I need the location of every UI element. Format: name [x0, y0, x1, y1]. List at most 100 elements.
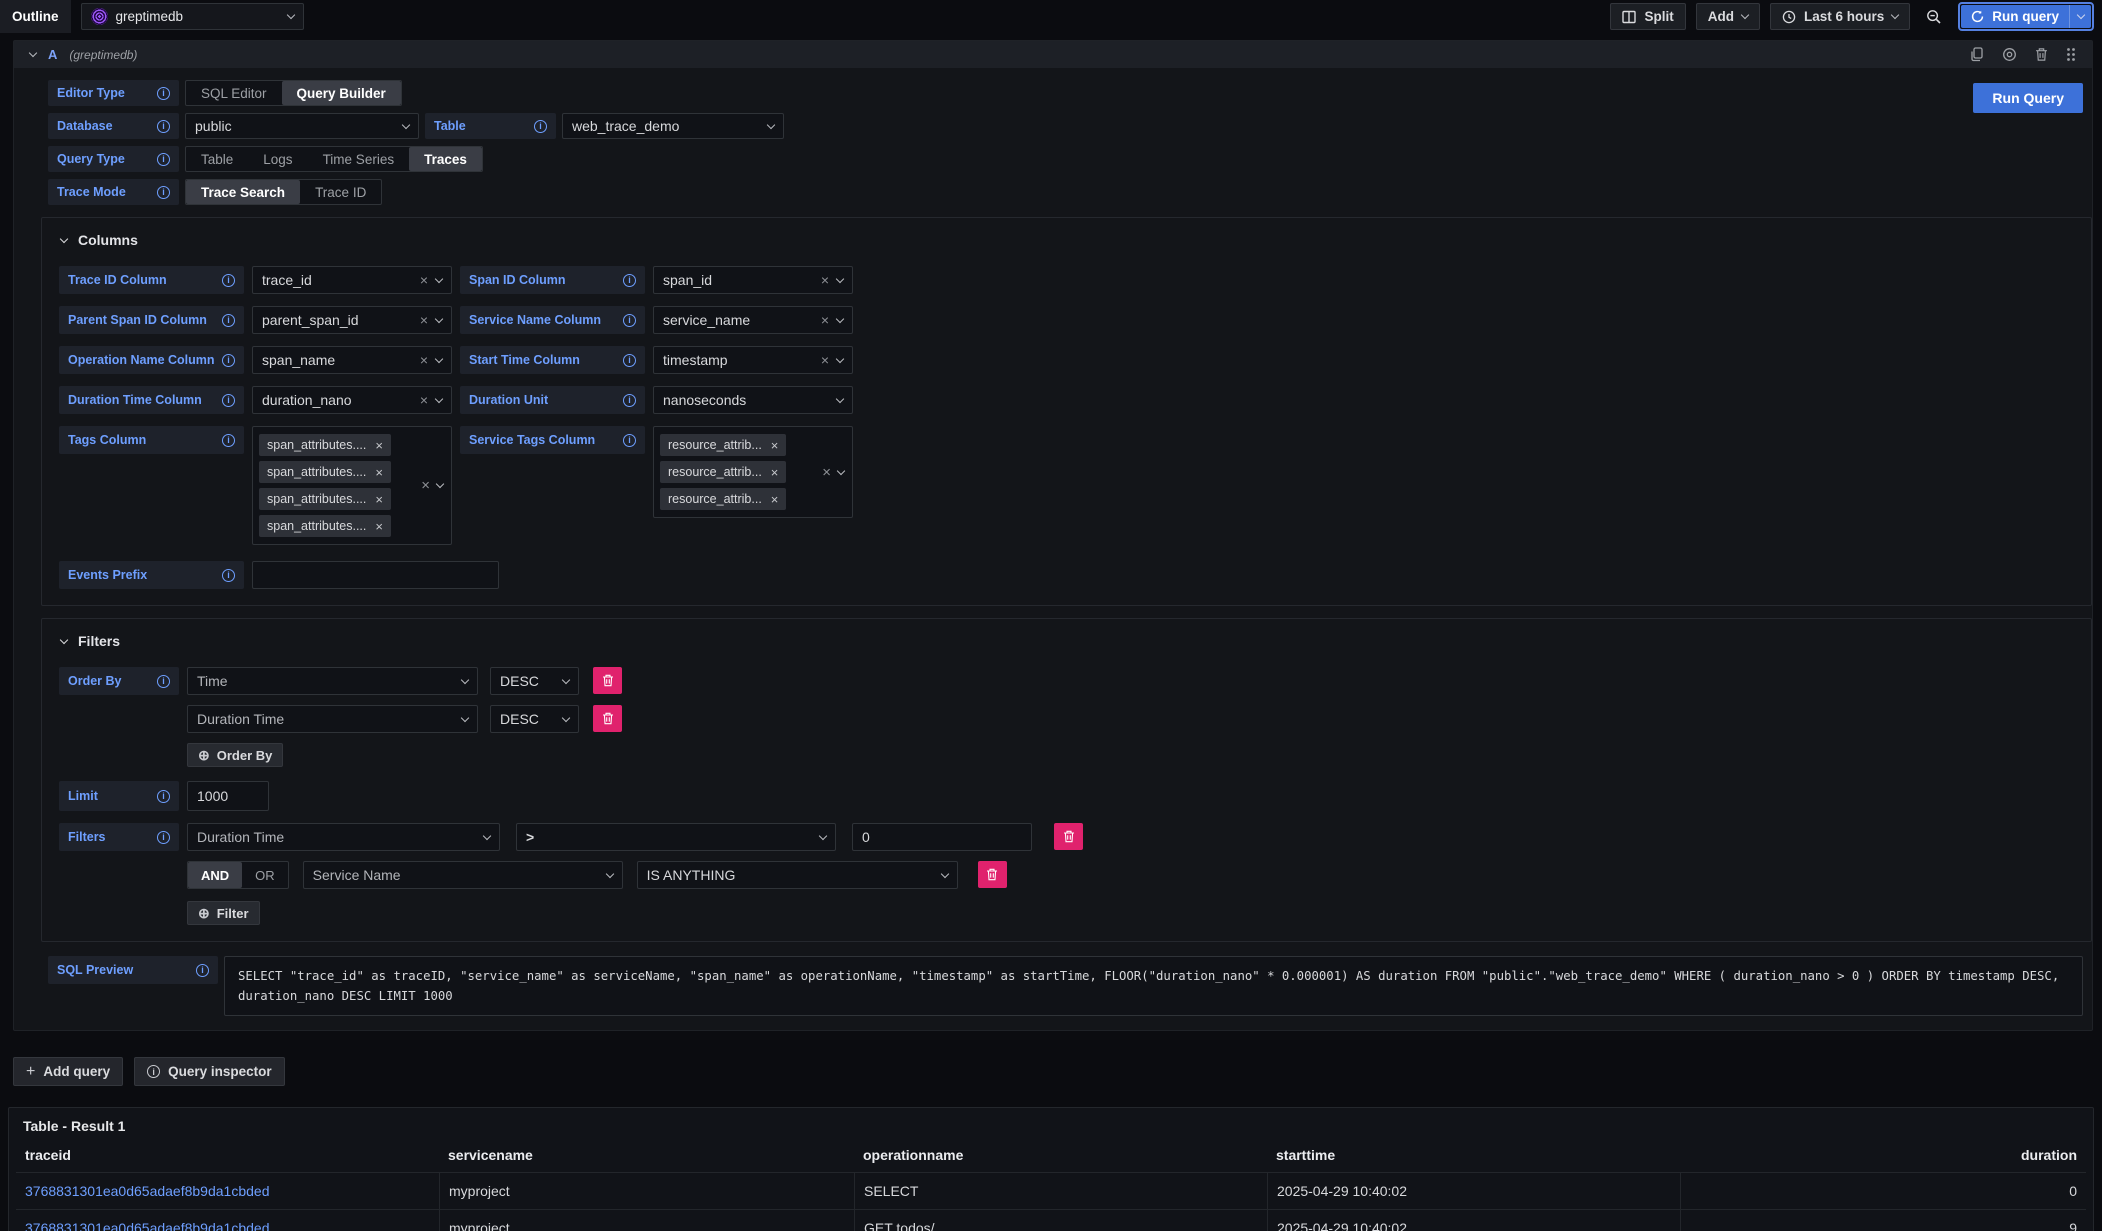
service-tag-chip[interactable]: resource_attrib...× — [660, 434, 786, 456]
service-tags-column-multiselect[interactable]: resource_attrib...× resource_attrib...× … — [653, 426, 853, 518]
query-type-logs[interactable]: Logs — [248, 147, 307, 171]
column-header-servicename[interactable]: servicename — [439, 1147, 854, 1163]
trace-id-column-value: trace_id — [262, 272, 412, 288]
remove-order-by-button[interactable] — [593, 705, 622, 732]
remove-chip-icon[interactable]: × — [375, 438, 383, 453]
info-icon: i — [623, 314, 636, 327]
duplicate-query-icon[interactable] — [1970, 47, 1984, 62]
events-prefix-input[interactable] — [252, 561, 499, 589]
parent-span-id-column-select[interactable]: parent_span_id × — [252, 306, 452, 334]
duration-unit-label: Duration Unit — [469, 393, 548, 407]
remove-filter-button[interactable] — [1054, 823, 1083, 850]
query-inspector-button[interactable]: i Query inspector — [134, 1057, 285, 1086]
remove-chip-icon[interactable]: × — [375, 492, 383, 507]
trace-mode-trace-id[interactable]: Trace ID — [300, 180, 381, 204]
filters-section-header[interactable]: Filters — [61, 633, 2091, 649]
remove-chip-icon[interactable]: × — [771, 438, 779, 453]
remove-chip-icon[interactable]: × — [771, 465, 779, 480]
clear-icon[interactable]: × — [420, 393, 428, 407]
filter-field-select[interactable]: Service Name — [303, 861, 623, 889]
tag-chip[interactable]: span_attributes....× — [259, 515, 391, 537]
order-by-field-select[interactable]: Duration Time — [187, 705, 478, 733]
chevron-down-icon — [562, 675, 570, 683]
editor-type-sql-editor[interactable]: SQL Editor — [186, 81, 282, 105]
time-range-picker[interactable]: Last 6 hours — [1770, 3, 1910, 30]
editor-type-query-builder[interactable]: Query Builder — [282, 81, 401, 105]
editor-run-query-button[interactable]: Run Query — [1973, 83, 2083, 113]
logic-and[interactable]: AND — [188, 862, 242, 888]
query-type-traces[interactable]: Traces — [409, 147, 482, 171]
filter-operator-select[interactable]: > — [516, 823, 836, 851]
remove-filter-button[interactable] — [978, 861, 1007, 888]
remove-chip-icon[interactable]: × — [375, 465, 383, 480]
clear-icon[interactable]: × — [420, 353, 428, 367]
drag-handle-icon[interactable] — [2066, 47, 2076, 62]
span-id-column-label: Span ID Column — [469, 273, 566, 287]
info-icon: i — [534, 120, 547, 133]
clear-all-icon[interactable]: × — [421, 477, 430, 494]
trace-id-link[interactable]: 3768831301ea0d65adaef8b9da1cbded — [25, 1183, 269, 1199]
tag-chip[interactable]: span_attributes....× — [259, 434, 391, 456]
clear-icon[interactable]: × — [420, 313, 428, 327]
columns-section-header[interactable]: Columns — [61, 232, 2091, 248]
circled-plus-icon: ⊕ — [198, 747, 210, 764]
service-name-column-select[interactable]: service_name× — [653, 306, 853, 334]
clear-icon[interactable]: × — [821, 273, 829, 287]
tag-chip[interactable]: span_attributes....× — [259, 488, 391, 510]
add-button[interactable]: Add — [1696, 3, 1760, 30]
delete-query-icon[interactable] — [2035, 47, 2048, 62]
add-filter-button[interactable]: ⊕Filter — [187, 901, 260, 925]
zoom-out-time-button[interactable] — [1920, 3, 1948, 30]
add-order-by-button[interactable]: ⊕Order By — [187, 743, 283, 767]
clear-icon[interactable]: × — [420, 273, 428, 287]
service-tag-chip[interactable]: resource_attrib...× — [660, 488, 786, 510]
duration-time-column-select[interactable]: duration_nano× — [252, 386, 452, 414]
tags-column-multiselect[interactable]: span_attributes....× span_attributes....… — [252, 426, 452, 545]
column-header-traceid[interactable]: traceid — [16, 1147, 439, 1163]
datasource-picker[interactable]: greptimedb — [81, 3, 304, 30]
filters-spacer — [59, 861, 179, 889]
column-header-duration[interactable]: duration — [1680, 1147, 2086, 1163]
remove-chip-icon[interactable]: × — [771, 492, 779, 507]
column-header-operationname[interactable]: operationname — [854, 1147, 1267, 1163]
split-button[interactable]: Split — [1610, 3, 1685, 30]
operation-name-column-select[interactable]: span_name× — [252, 346, 452, 374]
logic-or[interactable]: OR — [242, 862, 288, 888]
column-header-starttime[interactable]: starttime — [1267, 1147, 1680, 1163]
query-type-time-series[interactable]: Time Series — [308, 147, 410, 171]
order-by-direction-select[interactable]: DESC — [490, 667, 579, 695]
order-by-field-select[interactable]: Time — [187, 667, 478, 695]
duration-unit-select[interactable]: nanoseconds — [653, 386, 853, 414]
order-by-direction-select[interactable]: DESC — [490, 705, 579, 733]
remove-order-by-button[interactable] — [593, 667, 622, 694]
filter-operator-select[interactable]: IS ANYTHING — [637, 861, 958, 889]
add-query-button[interactable]: + Add query — [13, 1057, 123, 1086]
run-query-button[interactable]: Run query — [1961, 5, 2069, 28]
clear-icon[interactable]: × — [821, 313, 829, 327]
trace-id-column-select[interactable]: trace_id × — [252, 266, 452, 294]
remove-chip-icon[interactable]: × — [375, 519, 383, 534]
database-select[interactable]: public — [185, 113, 419, 139]
start-time-column-select[interactable]: timestamp× — [653, 346, 853, 374]
tag-chip[interactable]: span_attributes....× — [259, 461, 391, 483]
clear-all-icon[interactable]: × — [822, 464, 831, 481]
parent-span-id-column-value: parent_span_id — [262, 312, 412, 328]
trace-mode-trace-search[interactable]: Trace Search — [186, 180, 300, 204]
query-ref-id: A — [48, 47, 57, 62]
query-type-table[interactable]: Table — [186, 147, 248, 171]
disable-query-icon[interactable] — [2002, 47, 2017, 62]
outline-button[interactable]: Outline — [0, 0, 71, 33]
table-label-box: Table i — [425, 113, 556, 139]
service-tag-chip[interactable]: resource_attrib...× — [660, 461, 786, 483]
clear-icon[interactable]: × — [821, 353, 829, 367]
limit-input[interactable] — [187, 781, 269, 811]
run-query-caret-button[interactable] — [2069, 5, 2091, 28]
span-id-column-select[interactable]: span_id× — [653, 266, 853, 294]
filter-value-input[interactable] — [852, 823, 1032, 851]
filter-field-select[interactable]: Duration Time — [187, 823, 500, 851]
table-select[interactable]: web_trace_demo — [562, 113, 784, 139]
trace-id-link[interactable]: 3768831301ea0d65adaef8b9da1cbded — [25, 1220, 269, 1231]
query-row-header[interactable]: A (greptimedb) — [14, 41, 2092, 68]
info-icon: i — [222, 434, 235, 447]
order-by-spacer — [59, 705, 179, 733]
